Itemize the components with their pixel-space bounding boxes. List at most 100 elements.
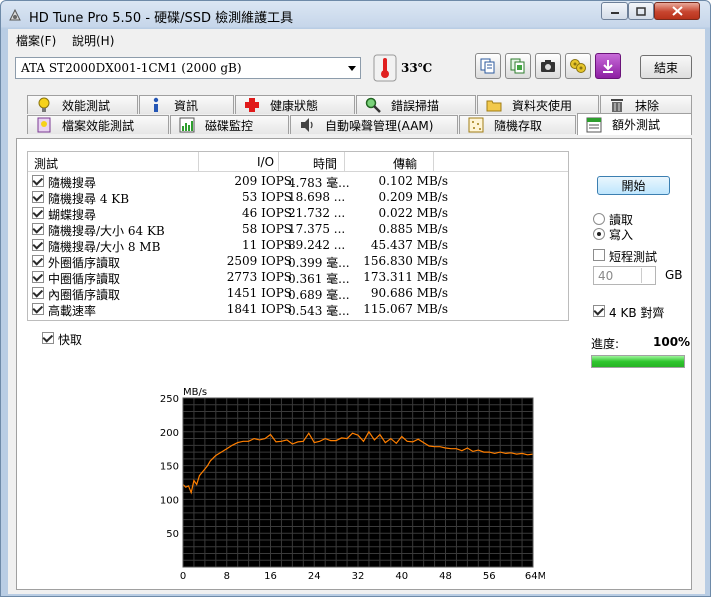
write-radio[interactable]: [593, 228, 605, 240]
table-header: 測試 I/O 時間 傳輸: [28, 152, 568, 172]
client-area: 檔案(F) 說明(H) ATA ST2000DX001-1CM1 (2000 g…: [8, 29, 705, 594]
close-button[interactable]: [654, 2, 700, 20]
minimize-icon: [610, 12, 619, 14]
x-tick-label: 16: [264, 571, 277, 582]
tab-error-scan-label: 錯誤掃描: [391, 98, 440, 113]
row-transfer: 0.022 MB/s: [378, 206, 448, 220]
align-4kb-checkbox[interactable]: [593, 305, 605, 317]
short-test-unit: GB: [665, 268, 683, 282]
temperature-readout: 33℃: [401, 61, 433, 75]
header-test[interactable]: 測試: [34, 155, 58, 172]
window-title: HD Tune Pro 5.50 - 硬碟/SSD 檢測維護工具: [29, 11, 294, 26]
maximize-button[interactable]: [628, 2, 654, 20]
tab-benchmark-label: 效能測試: [62, 98, 111, 113]
tab-extra-tests[interactable]: 額外測試: [577, 113, 692, 135]
copy-info-button[interactable]: [505, 53, 531, 79]
row-io: 1451 IOPS: [226, 286, 292, 300]
table-row[interactable]: 隨機搜尋 4 KB 53 IOPS 18.698 ... 0.209 MB/s: [28, 189, 568, 206]
row-transfer: 0.102 MB/s: [378, 174, 448, 188]
tab-random-access[interactable]: 隨機存取: [459, 115, 576, 134]
save-button[interactable]: [595, 53, 621, 79]
table-row[interactable]: 外圈循序讀取 2509 IOPS 0.399 毫... 156.830 MB/s: [28, 253, 568, 270]
short-test-size-input[interactable]: 40: [593, 266, 656, 285]
align-4kb-label: 4 KB 對齊: [609, 306, 665, 320]
row-io: 2773 IOPS: [226, 270, 292, 284]
column-separator: [433, 152, 434, 172]
row-transfer: 90.686 MB/s: [370, 286, 448, 300]
row-checkbox[interactable]: [32, 207, 44, 219]
copy-icon: [480, 58, 495, 74]
toolbar: ATA ST2000DX001-1CM1 (2000 gB) 33℃ 結束: [8, 51, 705, 89]
camera-icon: [541, 60, 555, 72]
x-tick-label: 0: [180, 571, 186, 582]
cache-checkbox[interactable]: [42, 332, 54, 344]
tab-aam[interactable]: 自動噪聲管理(AAM): [290, 115, 458, 134]
tab-file-benchmark[interactable]: 檔案效能測試: [27, 115, 169, 134]
header-time[interactable]: 時間: [313, 155, 337, 172]
row-checkbox[interactable]: [32, 223, 44, 235]
row-checkbox[interactable]: [32, 271, 44, 283]
start-button[interactable]: 開始: [597, 176, 670, 195]
row-io: 46 IOPS: [242, 206, 292, 220]
screenshot-button[interactable]: [535, 53, 561, 79]
tab-strip: 效能測試 資訊 健康狀態 錯誤掃描 資料夾使用 抹除 檔案效能測試 磁碟監控 自…: [8, 92, 705, 138]
row-io: 11 IOPS: [242, 238, 292, 252]
exit-button[interactable]: 結束: [640, 55, 692, 79]
y-tick-label: 100: [160, 495, 179, 506]
table-row[interactable]: 蝴蝶搜尋 46 IOPS 21.732 ... 0.022 MB/s: [28, 205, 568, 222]
spin-down-icon[interactable]: [641, 275, 654, 283]
x-tick-label: 24: [308, 571, 321, 582]
row-checkbox[interactable]: [32, 175, 44, 187]
table-row[interactable]: 隨機搜尋/大小 64 KB 58 IOPS 17.375 ... 0.885 MB/s: [28, 221, 568, 238]
results-table: 測試 I/O 時間 傳輸 隨機搜尋 209 IOPS 4.783 毫... 0.102…: [27, 151, 569, 321]
erase-icon: [611, 99, 623, 112]
tab-health[interactable]: 健康狀態: [235, 95, 355, 114]
menu-file[interactable]: 檔案(F): [16, 32, 56, 49]
y-tick-label: 150: [160, 462, 179, 473]
tab-folder-usage[interactable]: 資料夾使用: [477, 95, 599, 114]
progress-value: 100%: [653, 335, 691, 349]
drive-select[interactable]: ATA ST2000DX001-1CM1 (2000 gB): [15, 57, 361, 79]
tab-file-benchmark-label: 檔案效能測試: [62, 118, 135, 133]
menu-help[interactable]: 說明(H): [72, 32, 114, 49]
table-row[interactable]: 隨機搜尋 209 IOPS 4.783 毫... 0.102 MB/s: [28, 173, 568, 190]
tab-info[interactable]: 資訊: [139, 95, 234, 114]
y-tick-label: 50: [166, 529, 179, 540]
tab-benchmark[interactable]: 效能測試: [27, 95, 138, 114]
row-checkbox[interactable]: [32, 191, 44, 203]
row-checkbox[interactable]: [32, 303, 44, 315]
tab-erase[interactable]: 抹除: [600, 95, 692, 114]
table-row[interactable]: 高載速率 1841 IOPS 0.543 毫... 115.067 MB/s: [28, 301, 568, 318]
row-transfer: 156.830 MB/s: [363, 254, 448, 268]
header-transfer[interactable]: 傳輸: [393, 155, 417, 172]
row-time: 21.732 ...: [288, 206, 346, 220]
tab-disk-monitor[interactable]: 磁碟監控: [170, 115, 289, 134]
row-checkbox[interactable]: [32, 239, 44, 251]
row-checkbox[interactable]: [32, 255, 44, 267]
minimize-button[interactable]: [601, 2, 628, 20]
short-test-checkbox[interactable]: [593, 249, 605, 261]
x-tick-label: 8: [224, 571, 230, 582]
table-row[interactable]: 內圈循序讀取 1451 IOPS 0.689 毫... 90.686 MB/s: [28, 285, 568, 302]
header-io[interactable]: I/O: [257, 155, 274, 169]
progress-fill: [592, 356, 684, 367]
read-radio[interactable]: [593, 213, 605, 225]
close-icon: [671, 6, 683, 16]
tab-health-label: 健康狀態: [270, 98, 319, 113]
options-button[interactable]: [565, 53, 591, 79]
short-test-size-value: 40: [598, 269, 614, 283]
x-tick-label: 48: [439, 571, 452, 582]
table-row[interactable]: 隨機搜尋/大小 8 MB 11 IOPS 89.242 ... 45.437 MB/s: [28, 237, 568, 254]
row-checkbox[interactable]: [32, 287, 44, 299]
table-row[interactable]: 中圈循序讀取 2773 IOPS 0.361 毫... 173.311 MB/s: [28, 269, 568, 286]
options-icon: [570, 59, 586, 73]
row-transfer: 0.885 MB/s: [378, 222, 448, 236]
y-axis-label: MB/s: [183, 387, 207, 398]
tab-error-scan[interactable]: 錯誤掃描: [356, 95, 476, 114]
row-test-name: 高載速率: [48, 304, 97, 318]
short-test-label: 短程測試: [609, 250, 658, 264]
copy-info-icon: [510, 58, 525, 74]
tab-erase-label: 抹除: [635, 98, 660, 113]
copy-button[interactable]: [475, 53, 501, 79]
title-bar[interactable]: HD Tune Pro 5.50 - 硬碟/SSD 檢測維護工具: [1, 1, 710, 29]
